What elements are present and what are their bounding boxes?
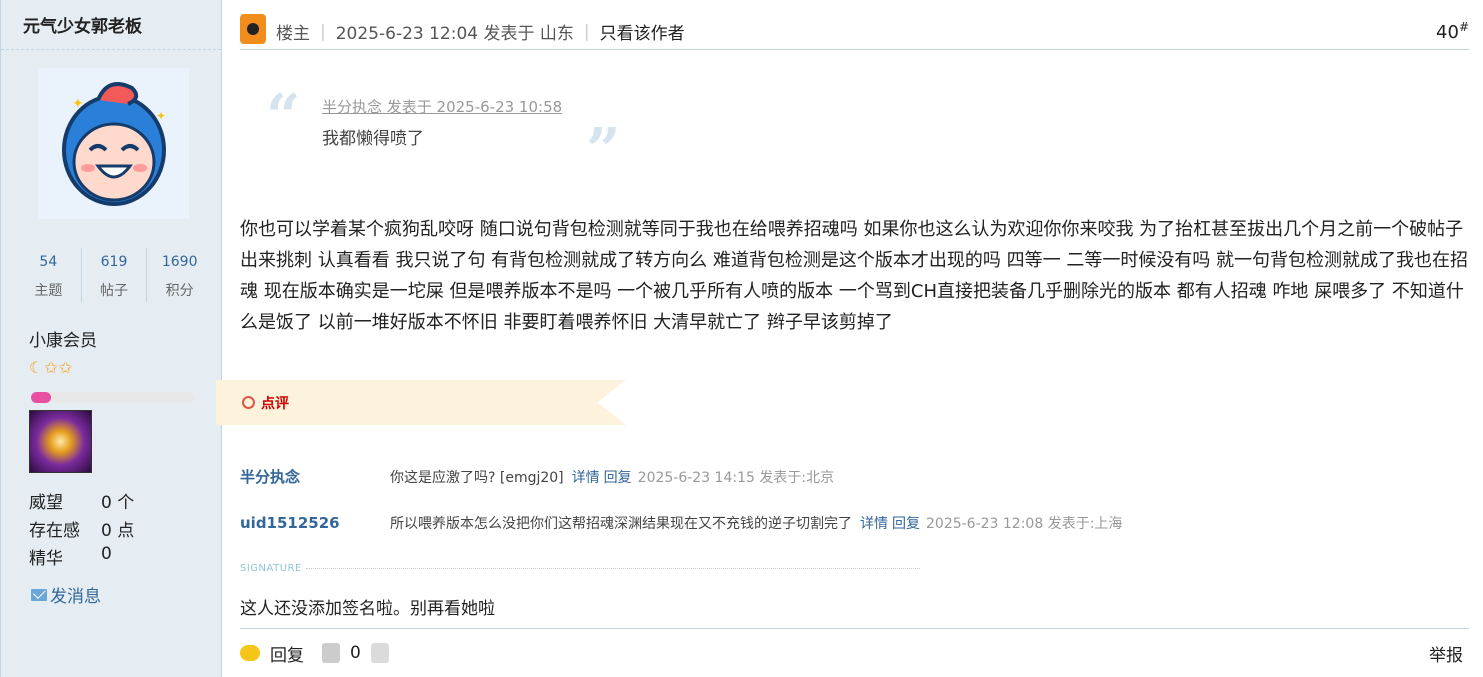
review-section-header: 点评 [216, 380, 626, 425]
circle-icon [242, 396, 255, 409]
floor-value: 40 [1436, 22, 1459, 43]
close-quote-icon: ” [586, 116, 621, 186]
report-button[interactable]: 举报 [1429, 641, 1463, 666]
stat-credits[interactable]: 1690 积分 [147, 248, 212, 302]
svg-text:✦: ✦ [156, 109, 166, 123]
stat-value: 1690 [161, 254, 198, 270]
meta-key: 精华 [29, 549, 63, 569]
stat-threads[interactable]: 54 主题 [16, 248, 82, 302]
signature-label: SIGNATURE [240, 562, 302, 574]
meta-row: 精华 0 [29, 544, 134, 572]
stat-label: 帖子 [100, 283, 128, 299]
level-progress [31, 392, 195, 403]
avatar-image: ✦ ✦ [62, 82, 166, 206]
author-only-link[interactable]: 只看该作者 [600, 19, 685, 44]
svg-text:✦: ✦ [72, 96, 84, 112]
quote-block: “ ” 半分执念 发表于 2025-6-23 10:58 我都懒得喷了 [266, 82, 626, 186]
reply-icon[interactable] [240, 645, 260, 661]
star-icon: ✩ [44, 358, 59, 377]
star-icon: ✩ [58, 358, 74, 377]
comment-reply-link[interactable]: 回复 [604, 467, 632, 487]
comment-user-link[interactable]: uid1512526 [240, 514, 390, 532]
stat-value: 619 [100, 254, 128, 270]
thumbs-up-icon[interactable] [322, 643, 340, 663]
comment-reply-link[interactable]: 回复 [892, 513, 920, 533]
thumbs-down-icon[interactable] [370, 643, 389, 663]
review-label: 点评 [261, 395, 289, 412]
stat-value: 54 [39, 254, 58, 270]
meta-key: 存在感 [29, 521, 80, 541]
medal-icon[interactable] [29, 410, 92, 473]
comment-item: 半分执念 你这是应激了吗? [emgj20] 详情 回复 2025-6-23 1… [240, 466, 834, 487]
meta-row: 存在感 0 点 [29, 516, 134, 544]
send-message-label: 发消息 [50, 587, 101, 607]
comment-text: 你这是应激了吗? [emgj20] [390, 469, 564, 486]
comment-time: 2025-6-23 12:08 发表于:上海 [926, 516, 1123, 532]
divider: | [320, 21, 326, 42]
divider: | [583, 21, 590, 42]
post-main: 楼主 | 2025-6-23 12:04 发表于 山东 | 只看该作者 40# … [216, 0, 1483, 677]
send-message-button[interactable]: 发消息 [31, 582, 101, 607]
stat-posts[interactable]: 619 帖子 [82, 248, 148, 302]
author-meta: 威望 0 个 存在感 0 点 精华 0 [29, 488, 134, 572]
dotted-line [305, 567, 920, 569]
reply-button[interactable]: 回复 [270, 641, 304, 666]
comment-detail-link[interactable]: 详情 [860, 513, 888, 533]
level-progress-fill [31, 392, 51, 403]
floor-number[interactable]: 40# [1436, 20, 1469, 43]
meta-value: 0 点 [101, 521, 135, 541]
mail-icon [31, 588, 47, 601]
post-footer: 回复 0 举报 [240, 628, 1469, 677]
moon-icon: ☾ [29, 358, 45, 377]
level-stars: ☾✩✩ [29, 358, 73, 377]
post-header: 楼主 | 2025-6-23 12:04 发表于 山东 | 只看该作者 [240, 13, 1469, 50]
post-time: 2025-6-23 12:04 发表于 山东 [335, 24, 574, 44]
comment-item: uid1512526 所以喂养版本怎么没把你们这帮招魂深渊结果现在又不充钱的逆子… [240, 513, 1122, 533]
author-stats: 54 主题 619 帖子 1690 积分 [16, 248, 212, 302]
comment-user-link[interactable]: 半分执念 [240, 466, 390, 487]
like-count: 0 [350, 643, 361, 663]
avatar[interactable]: ✦ ✦ [38, 68, 189, 219]
author-panel: 元气少女郭老板 ✦ ✦ 54 主题 619 帖子 1690 积分 小康会员 ☾✩… [0, 0, 222, 677]
stat-label: 主题 [34, 283, 63, 299]
meta-value: 0 个 [101, 493, 135, 513]
open-quote-icon: “ [266, 82, 301, 152]
comment-text: 所以喂养版本怎么没把你们这帮招魂深渊结果现在又不充钱的逆子切割完了 [390, 516, 852, 532]
meta-key: 威望 [29, 493, 63, 513]
signature-divider: SIGNATURE [240, 562, 920, 574]
thread-starter-icon [240, 13, 266, 44]
post-role: 楼主 [276, 24, 310, 44]
stat-label: 积分 [165, 283, 194, 299]
meta-row: 威望 0 个 [29, 488, 134, 516]
quote-text: 我都懒得喷了 [322, 129, 424, 149]
quote-source-link[interactable]: 半分执念 发表于 2025-6-23 10:58 [322, 96, 562, 117]
comment-detail-link[interactable]: 详情 [572, 467, 600, 487]
signature-text: 这人还没添加签名啦。别再看她啦 [240, 599, 495, 619]
floor-sup: # [1458, 20, 1469, 34]
comment-time: 2025-6-23 14:15 发表于:北京 [637, 469, 835, 486]
author-name[interactable]: 元气少女郭老板 [1, 0, 221, 50]
meta-value: 0 [101, 544, 112, 564]
post-body: 你也可以学着某个疯狗乱咬呀 随口说句背包检测就等同于我也在给喂养招魂吗 如果你也… [240, 219, 1469, 333]
user-group[interactable]: 小康会员 [29, 326, 97, 351]
